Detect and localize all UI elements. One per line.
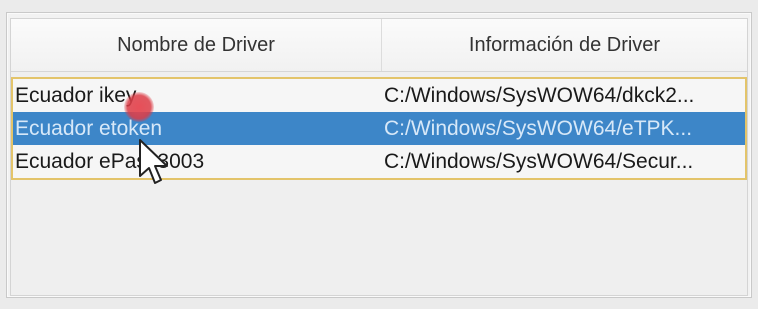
driver-info: C:/Windows/SysWOW64/eTPK... xyxy=(384,117,693,140)
driver-name: Ecuador ePass3003 xyxy=(15,150,205,173)
click-indicator-icon xyxy=(124,92,154,122)
driver-name: Ecuador etoken xyxy=(15,117,163,140)
arrow-pointer-icon xyxy=(139,139,168,184)
driver-info: C:/Windows/SysWOW64/Secur... xyxy=(384,150,694,173)
list-item-selected[interactable]: Ecuador etoken C:/Windows/SysWOW64/eTPK.… xyxy=(13,112,745,145)
driver-info: C:/Windows/SysWOW64/dkck2... xyxy=(384,84,695,107)
driver-list[interactable]: Nombre de Driver Información de Driver E… xyxy=(10,18,748,296)
column-header-driver-name[interactable]: Nombre de Driver xyxy=(11,19,382,71)
column-header-driver-info[interactable]: Información de Driver xyxy=(382,19,747,71)
dialog-background: Nombre de Driver Información de Driver E… xyxy=(0,0,758,309)
list-item[interactable]: Ecuador ikey C:/Windows/SysWOW64/dkck2..… xyxy=(13,79,745,112)
driver-name: Ecuador ikey xyxy=(15,84,137,107)
driver-rows: Ecuador ikey C:/Windows/SysWOW64/dkck2..… xyxy=(11,77,747,180)
list-header: Nombre de Driver Información de Driver xyxy=(11,19,747,72)
list-item[interactable]: Ecuador ePass3003 C:/Windows/SysWOW64/Se… xyxy=(13,145,745,178)
